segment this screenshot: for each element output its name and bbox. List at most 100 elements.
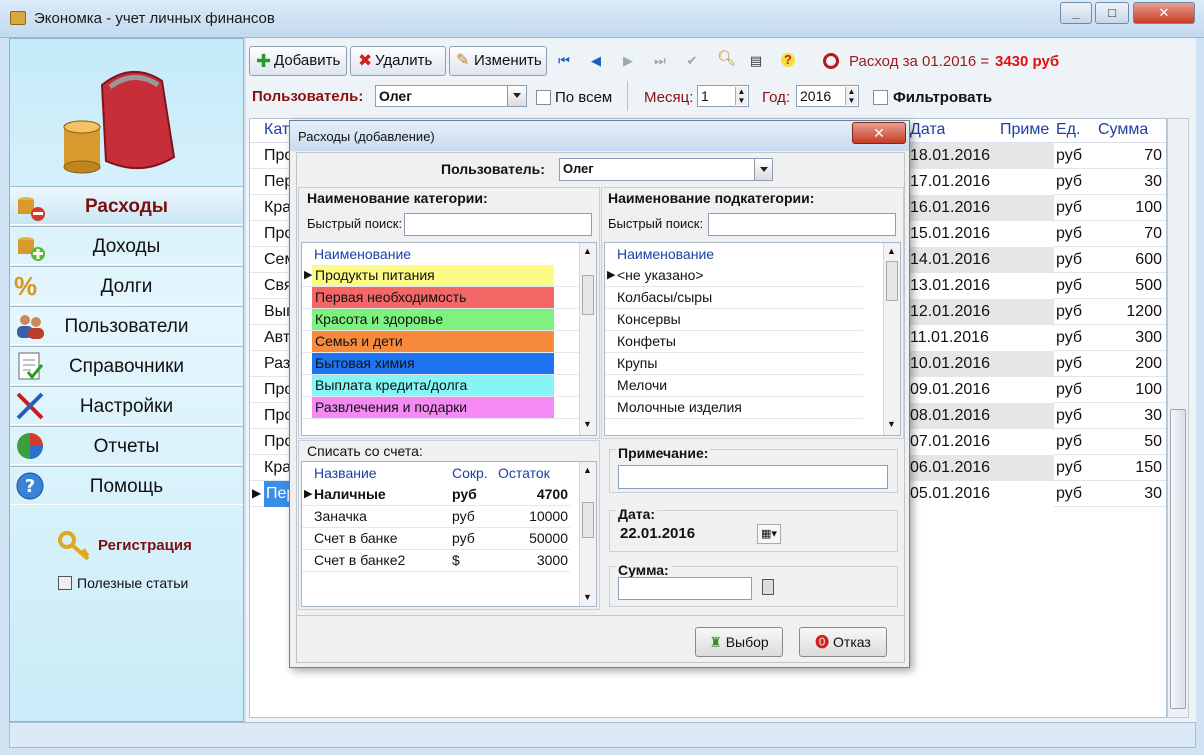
register-link[interactable]: Регистрация [98,537,192,554]
cell-sum[interactable]: 1200 [1096,299,1164,325]
subcategory-search-input[interactable] [708,213,896,236]
sum-input[interactable] [618,577,752,600]
cell-unit[interactable]: руб [1056,247,1096,273]
cell-note[interactable] [1000,221,1054,247]
cell-date[interactable]: 14.01.2016 [908,247,1000,273]
cell-note[interactable] [1000,169,1054,195]
nav-reports[interactable]: Отчеты [10,426,243,465]
cell-note[interactable] [1000,325,1054,351]
table-row[interactable]: Заначка руб 10000 [302,506,570,528]
cell-date[interactable]: 10.01.2016 [908,351,1000,377]
cell-note[interactable] [1000,143,1054,169]
cell-note[interactable] [1000,195,1054,221]
dialog-close-button[interactable]: ✕ [852,122,906,144]
scroll-down-icon[interactable]: ▼ [887,419,896,429]
user-select[interactable]: Олег [375,85,527,107]
cell-sum[interactable]: 600 [1096,247,1164,273]
scroll-down-icon[interactable]: ▼ [583,592,592,602]
scroll-up-icon[interactable]: ▲ [887,246,896,256]
account-list[interactable]: Название Сокр. Остаток ▶ Наличные руб 4700 З… [301,461,597,607]
search-icon[interactable]: 🔍︎ [717,51,736,66]
help-question-icon[interactable]: ? [781,53,795,67]
cell-date[interactable]: 16.01.2016 [908,195,1000,221]
cell-sum[interactable]: 30 [1096,481,1164,507]
category-search-input[interactable] [404,213,592,236]
cell-sum[interactable]: 30 [1096,169,1164,195]
date-value[interactable]: 22.01.2016 [620,525,695,542]
month-input[interactable]: 1 ▲ ▼ [697,85,749,107]
list-item[interactable]: Красота и здоровье [302,309,580,331]
list-item[interactable]: Колбасы/сыры [605,287,863,309]
list-item[interactable]: ▶ <не указано> [605,265,863,287]
list-item[interactable]: Выплата кредита/долга [302,375,580,397]
cell-unit[interactable]: руб [1056,351,1096,377]
scroll-down-icon[interactable]: ▼ [583,419,592,429]
cell-category[interactable]: Раз [264,351,290,377]
delete-button[interactable]: ✖ Удалить [350,46,446,76]
maximize-button[interactable]: □ [1095,2,1129,24]
cell-unit[interactable]: руб [1056,377,1096,403]
subcategory-list[interactable]: Наименование ▶ <не указано> Колбасы/сыры Ко… [604,242,901,436]
category-scrollbar[interactable]: ▲ ▼ [579,243,596,435]
cell-sum[interactable]: 30 [1096,403,1164,429]
cell-unit[interactable]: руб [1056,221,1096,247]
cell-unit[interactable]: руб [1056,429,1096,455]
scroll-thumb[interactable] [1170,409,1186,709]
cell-date[interactable]: 18.01.2016 [908,143,1000,169]
nav-expenses[interactable]: Расходы [10,186,243,225]
cell-sum[interactable]: 100 [1096,377,1164,403]
subcategory-scrollbar[interactable]: ▲ ▼ [883,243,900,435]
cell-sum[interactable]: 200 [1096,351,1164,377]
nav-help[interactable]: ? Помощь [10,466,243,505]
cell-unit[interactable]: руб [1056,195,1096,221]
list-item[interactable]: ▶ Продукты питания [302,265,580,287]
cell-date[interactable]: 05.01.2016 [908,481,1000,507]
articles-link[interactable]: Полезные статьи [77,575,188,591]
cell-note[interactable] [1000,455,1054,481]
confirm-check-icon[interactable]: ✔ [685,54,699,68]
table-row[interactable]: Счет в банке2 $3000 [302,550,570,572]
cell-sum[interactable]: 50 [1096,429,1164,455]
nav-debts[interactable]: % Долги [10,266,243,305]
cell-date[interactable]: 08.01.2016 [908,403,1000,429]
list-item[interactable]: Бытовая химия [302,353,580,375]
cell-note[interactable] [1000,351,1054,377]
add-button[interactable]: ✚ Добавить [249,46,347,76]
grid-scrollbar[interactable] [1167,118,1189,718]
table-row[interactable]: ▶ Наличные руб 4700 [302,484,570,506]
cell-unit[interactable]: руб [1056,455,1096,481]
cell-note[interactable] [1000,247,1054,273]
cell-date[interactable]: 11.01.2016 [908,325,1000,351]
nav-references[interactable]: Справочники [10,346,243,385]
nav-users[interactable]: Пользователи [10,306,243,345]
cell-note[interactable] [1000,377,1054,403]
list-item[interactable]: Консервы [605,309,863,331]
cell-note[interactable] [1000,481,1054,507]
cell-date[interactable]: 07.01.2016 [908,429,1000,455]
chevron-down-icon[interactable] [754,159,772,180]
category-list[interactable]: Наименование ▶ Продукты питания Первая нео… [301,242,597,436]
list-item[interactable]: Развлечения и подарки [302,397,580,419]
cell-category[interactable]: Авт [264,325,290,351]
scroll-up-icon[interactable]: ▲ [583,465,592,475]
cell-note[interactable] [1000,273,1054,299]
note-input[interactable] [618,465,888,489]
scroll-thumb[interactable] [582,502,594,538]
list-item[interactable]: Первая необходимость [302,287,580,309]
year-spinner[interactable]: ▲ ▼ [845,87,857,105]
cancel-button[interactable]: ⓿ Отказ [799,627,887,657]
cell-date[interactable]: 06.01.2016 [908,455,1000,481]
edit-button[interactable]: ✎ Изменить [449,46,547,76]
year-input[interactable]: 2016 ▲ ▼ [796,85,859,107]
scroll-thumb[interactable] [582,275,594,315]
first-record-icon[interactable]: ⏮ [557,54,571,68]
list-item[interactable]: Молочные изделия [605,397,863,419]
list-item[interactable]: Крупы [605,353,863,375]
cell-sum[interactable]: 70 [1096,221,1164,247]
nav-income[interactable]: Доходы [10,226,243,265]
scroll-up-icon[interactable]: ▲ [583,246,592,256]
select-button[interactable]: ♜ Выбор [695,627,783,657]
scroll-thumb[interactable] [886,261,898,301]
calendar-icon[interactable]: ▦▾ [757,524,781,544]
cell-category[interactable]: Кра [264,195,291,221]
